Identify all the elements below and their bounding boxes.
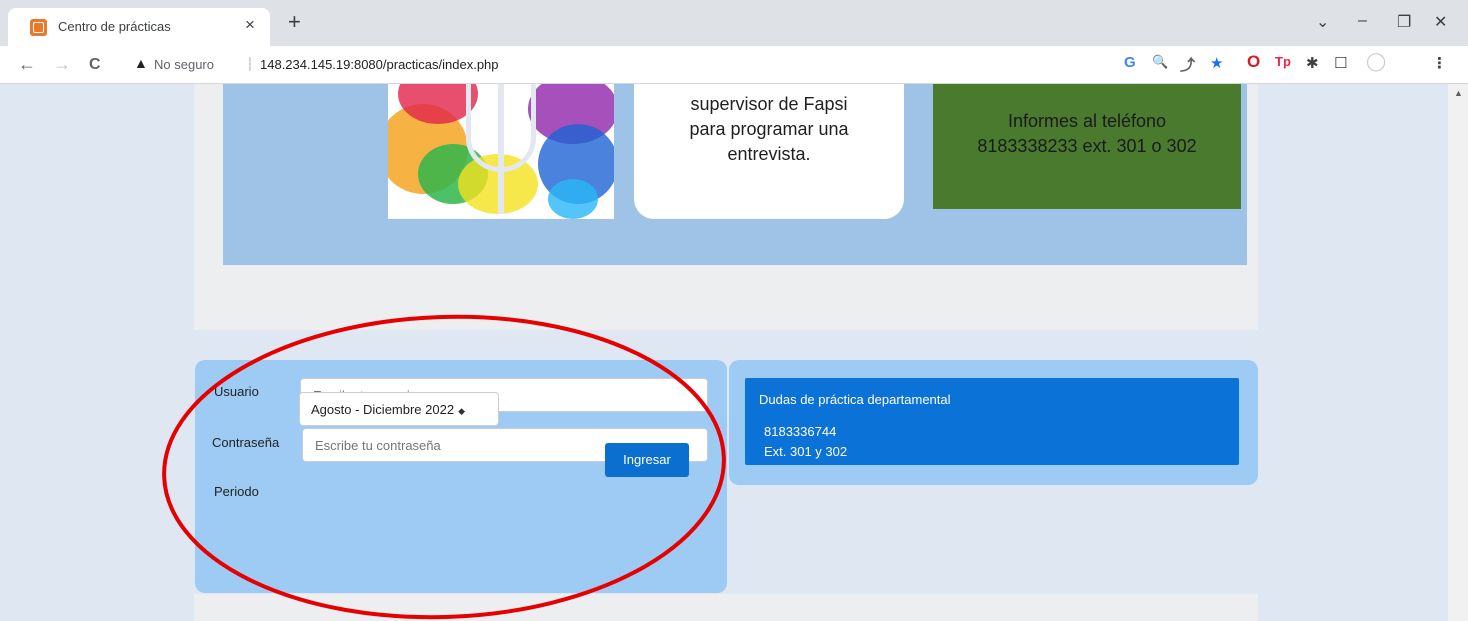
tp-extension-icon[interactable]: Tp xyxy=(1275,54,1291,69)
page-content: supervisor de Fapsi para programar una e… xyxy=(0,84,1448,621)
scroll-up-arrow-icon[interactable]: ▲ xyxy=(1454,88,1463,98)
url-separator: | xyxy=(248,55,252,72)
password-label: Contraseña xyxy=(212,435,280,450)
tab-title: Centro de prácticas xyxy=(58,19,171,34)
help-phone: 8183336744 xyxy=(764,424,837,439)
info-line: para programar una xyxy=(689,119,849,139)
help-box: Dudas de práctica departamental 81833367… xyxy=(745,378,1239,465)
browser-menu-icon[interactable]: ⋮ xyxy=(1432,54,1447,72)
site-favicon-icon xyxy=(30,19,47,36)
page-scrollbar[interactable]: ▲ xyxy=(1448,84,1468,621)
info-line: supervisor de Fapsi xyxy=(690,94,848,114)
bookmark-star-icon[interactable]: ★ xyxy=(1210,54,1223,72)
security-label[interactable]: No seguro xyxy=(154,57,214,72)
zoom-icon[interactable]: 🔍 xyxy=(1152,54,1168,70)
opera-extension-icon[interactable]: O xyxy=(1247,52,1260,72)
login-submit-button[interactable]: Ingresar xyxy=(605,443,689,477)
reload-icon[interactable]: C xyxy=(89,56,101,74)
google-translate-icon[interactable]: G xyxy=(1124,54,1136,71)
window-close-button[interactable]: ✕ xyxy=(1434,12,1447,32)
url-text[interactable]: 148.234.145.19:8080/practicas/index.php xyxy=(260,57,499,72)
contact-line: Informes al teléfono xyxy=(1007,111,1167,131)
tab-close-icon[interactable]: × xyxy=(245,15,255,35)
tab-strip: Centro de prácticas × + ⌄ – ❐ ✕ xyxy=(0,0,1468,46)
window-maximize-button[interactable]: ❐ xyxy=(1397,12,1411,32)
address-bar[interactable]: ▲ No seguro | 148.234.145.19:8080/practi… xyxy=(120,51,1400,78)
share-icon[interactable]: ⤴ xyxy=(1180,54,1195,75)
period-select[interactable]: Agosto - Diciembre 2022 ◆ xyxy=(299,392,499,426)
side-panel-icon[interactable]: ☐ xyxy=(1334,54,1347,72)
contact-phone: 8183338233 ext. 301 o 302 xyxy=(977,136,1197,156)
browser-tab[interactable]: Centro de prácticas × xyxy=(8,8,270,46)
profile-avatar-icon[interactable]: ◯ xyxy=(1366,51,1386,72)
back-arrow-icon[interactable]: ← xyxy=(18,54,36,75)
help-title: Dudas de práctica departamental xyxy=(759,392,951,407)
period-label: Periodo xyxy=(214,484,259,499)
extensions-puzzle-icon[interactable]: ✱ xyxy=(1306,54,1319,72)
info-card: supervisor de Fapsi para programar una e… xyxy=(634,84,904,219)
window-minimize-button[interactable]: – xyxy=(1358,12,1367,30)
fapsi-logo xyxy=(388,84,614,219)
new-tab-button[interactable]: + xyxy=(288,11,301,33)
browser-toolbar: ← → C ▲ No seguro | 148.234.145.19:8080/… xyxy=(0,46,1468,84)
forward-arrow-icon[interactable]: → xyxy=(53,54,71,75)
footer-section xyxy=(194,594,1258,621)
select-arrow-icon: ◆ xyxy=(458,406,465,416)
tab-search-dropdown-icon[interactable]: ⌄ xyxy=(1316,12,1329,32)
info-line: entrevista. xyxy=(727,144,811,164)
user-label: Usuario xyxy=(214,384,259,399)
warning-triangle-icon: ▲ xyxy=(134,55,148,71)
contact-card: Informes al teléfono 8183338233 ext. 301… xyxy=(933,84,1241,209)
period-value: Agosto - Diciembre 2022 xyxy=(311,402,455,417)
help-extension: Ext. 301 y 302 xyxy=(764,444,848,459)
